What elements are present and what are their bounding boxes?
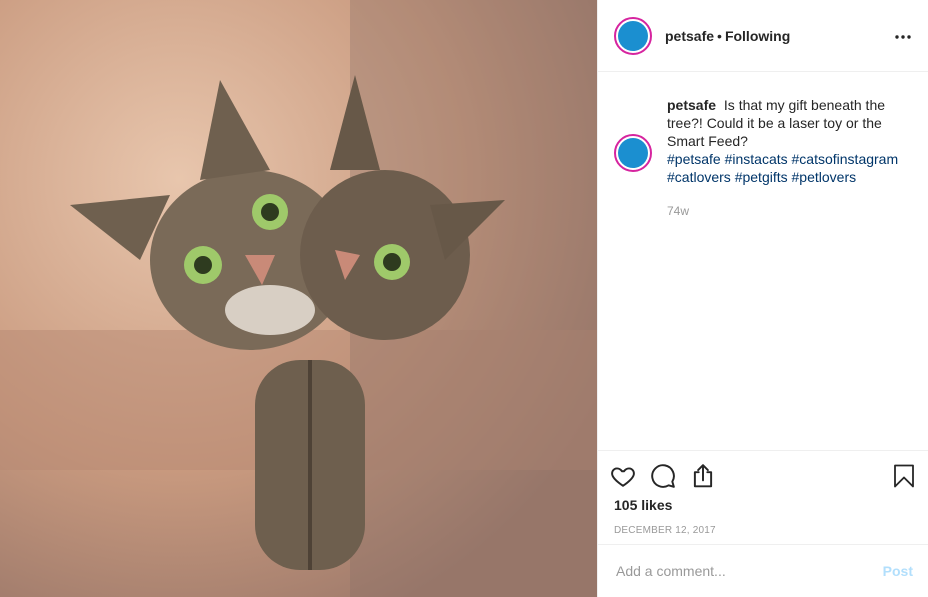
add-comment-bar: Post	[598, 544, 928, 597]
caption-author-avatar[interactable]	[614, 134, 652, 172]
bookmark-icon[interactable]	[892, 463, 916, 489]
heart-icon[interactable]	[610, 463, 636, 489]
post-image[interactable]	[0, 0, 597, 597]
separator-dot: •	[717, 27, 722, 44]
author-username[interactable]: petsafe	[665, 28, 714, 44]
caption-time[interactable]: 74w	[667, 202, 903, 220]
post-comment-button[interactable]: Post	[883, 563, 913, 579]
author-avatar[interactable]	[614, 16, 652, 55]
petsafe-logo-icon	[618, 20, 648, 51]
instagram-post: petsafe • Following petsafe Is that my gif…	[0, 0, 928, 597]
comments-section: petsafe Is that my gift beneath the tree…	[598, 72, 928, 450]
share-icon[interactable]	[690, 463, 716, 489]
more-options-icon[interactable]	[894, 27, 912, 45]
caption-username[interactable]: petsafe	[667, 97, 716, 113]
caption-comment: petsafe Is that my gift beneath the tree…	[614, 88, 912, 220]
petsafe-logo-icon	[618, 138, 648, 168]
cat-photo	[0, 0, 597, 597]
caption-hashtags[interactable]: #petsafe #instacats #catsofinstagram #ca…	[667, 150, 903, 186]
post-date[interactable]: DECEMBER 12, 2017	[598, 513, 928, 536]
post-actions: 105 likes DECEMBER 12, 2017	[598, 450, 928, 536]
follow-status-button[interactable]: Following	[725, 28, 790, 44]
action-icons	[598, 451, 928, 491]
caption-body: petsafe Is that my gift beneath the tree…	[667, 96, 903, 220]
likes-count[interactable]: 105 likes	[598, 491, 928, 513]
header-text: petsafe • Following	[665, 28, 894, 44]
post-header: petsafe • Following	[598, 0, 928, 72]
add-comment-input[interactable]	[614, 562, 883, 580]
comment-icon[interactable]	[650, 463, 676, 489]
post-sidebar: petsafe • Following petsafe Is that my gif…	[597, 0, 928, 597]
